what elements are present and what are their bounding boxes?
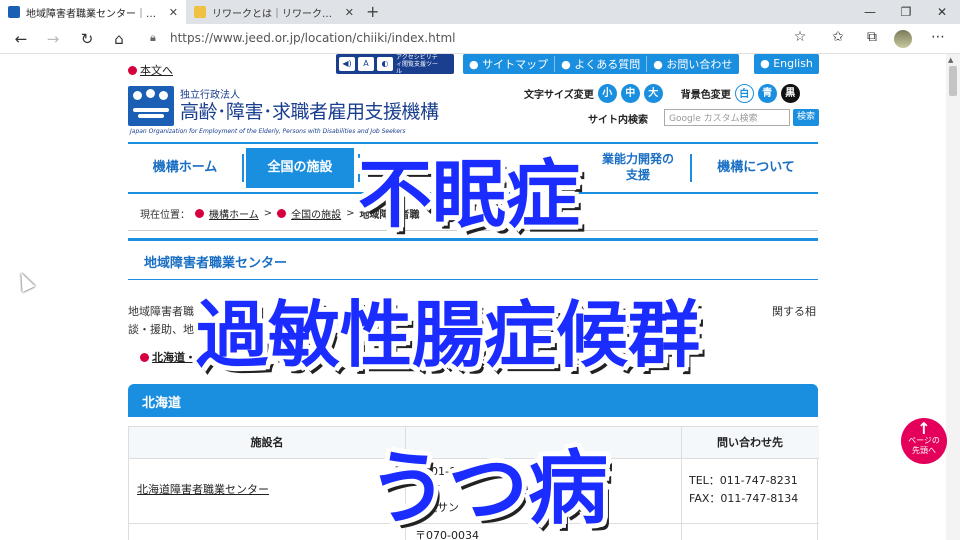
region-anchor-link[interactable]: 北海道・ [140,349,196,365]
overlay-depression: うつ病 [368,442,608,535]
page-top-label: ページの先頭へ [908,436,940,455]
tel: TEL：011-747-8231 [689,474,798,487]
lead-text: 地域障害者職 [128,305,194,318]
arrow-up-icon: ↑ [917,419,931,438]
favorite-star-icon[interactable]: ☆ [790,29,810,45]
scrollbar[interactable] [946,54,960,540]
close-tab-icon[interactable]: ✕ [169,6,178,19]
org-logo[interactable]: 独立行政法人 高齢･障害･求職者雇用支援機構 Japan Organizatio… [128,86,468,138]
tab-jeed[interactable]: 地域障害者職業センター｜独立行政 ✕ [0,0,186,24]
contact-link[interactable]: ● お問い合わせ [647,56,738,72]
font-small-button[interactable]: 小 [597,84,617,103]
bullet-icon [128,66,137,75]
address-bar: ← → ↻ ⌂ 🔒︎ https://www.jeed.or.jp/locati… [0,24,960,54]
search-input[interactable]: Google カスタム検索 [664,109,790,126]
skip-to-content-link[interactable]: 本文へ [128,62,173,78]
chevron-right-icon: > [263,208,273,219]
nav-skill-development[interactable]: 業能力開発の支援 [598,144,678,192]
bullet-icon [195,209,204,218]
bg-white-button[interactable]: 白 [734,84,754,103]
org-name: 高齢･障害･求職者雇用支援機構 [180,101,439,123]
chart-favicon-icon [194,6,206,18]
sitemap-link[interactable]: ● サイトマップ [463,56,556,72]
logo-mark-icon [128,86,174,126]
favorites-list-icon[interactable]: ✩ [828,29,848,45]
restore-icon[interactable]: ❐ [888,0,924,24]
accessibility-label: アクセシビリティ閲覧支援ツール [396,54,439,75]
bg-blue-button[interactable]: 青 [757,84,777,103]
breadcrumb-facilities[interactable]: 全国の施設 [291,206,341,221]
bg-color-label: 背景色変更 [680,90,731,101]
bullet-icon [277,209,287,218]
font-medium-button[interactable]: 中 [620,84,640,103]
lock-icon: 🔒︎ [150,31,156,44]
bg-black-button[interactable]: 黒 [780,84,800,103]
collections-icon[interactable]: ⧉ [862,29,882,45]
nav-about[interactable]: 機構について [694,144,818,192]
nav-home[interactable]: 機構ホーム [128,144,242,192]
close-tab-icon[interactable]: ✕ [345,6,354,19]
color-icon: ◐ [377,57,393,71]
scroll-up-icon[interactable]: ▲ [948,56,953,64]
accessibility-tool-button[interactable]: ◀) A ◐ アクセシビリティ閲覧支援ツール [336,54,454,75]
col-header-name: 施設名 [129,427,405,459]
display-settings: 文字サイズ変更 小 中 大 背景色変更 白 青 黒 [524,84,800,103]
scroll-thumb[interactable] [949,66,957,96]
lead-text-end: 関する相 [772,305,816,318]
tab-rework[interactable]: リワークとは｜リワークの内容と利用の ✕ [186,0,362,24]
chevron-right-icon: > [346,208,355,219]
text-size-icon: A [358,57,374,71]
page-title-box: 地域障害者職業センター [128,238,818,280]
tab-title: リワークとは｜リワークの内容と利用の [212,8,339,20]
english-link[interactable]: ● English [754,54,819,74]
back-icon[interactable]: ← [10,28,32,50]
breadcrumb-home[interactable]: 機構ホーム [209,206,259,221]
url-field[interactable]: https://www.jeed.or.jp/location/chiiki/i… [170,31,456,45]
jeed-favicon-icon [8,6,20,18]
more-menu-icon[interactable]: ⋯ [928,29,948,45]
tab-title: 地域障害者職業センター｜独立行政 [26,8,163,20]
search-button[interactable]: 検索 [793,109,819,126]
facility-link[interactable]: 北海道障害者職業センター [137,481,269,499]
breadcrumb-prefix: 現在位置： [140,210,190,221]
new-tab-icon[interactable]: + [366,2,379,21]
speaker-icon: ◀) [339,57,355,71]
region-heading: 北海道 [128,384,818,417]
refresh-icon[interactable]: ↻ [76,28,98,50]
overlay-ibs: 過敏性腸症候群 [196,293,701,377]
nav-divider [242,154,244,182]
page-title: 地域障害者職業センター [144,256,288,271]
font-size-label: 文字サイズ変更 [524,90,594,101]
bullet-icon [140,353,149,362]
avatar[interactable] [894,30,912,48]
tab-bar: 地域障害者職業センター｜独立行政 ✕ リワークとは｜リワークの内容と利用の ✕ … [0,0,960,24]
org-name-en: Japan Organization for Employment of the… [130,128,406,135]
nav-facilities[interactable]: 全国の施設 [246,148,354,188]
forward-icon[interactable]: → [42,28,64,50]
page-top-button[interactable]: ↑ ページの先頭へ [901,418,947,464]
search-label: サイト内検索 [588,115,648,126]
top-nav: ● サイトマップ ● よくある質問 ● お問い合わせ [463,54,739,74]
overlay-insomnia: 不眠症 [358,152,580,238]
col-header-contact: 問い合わせ先 [681,427,819,459]
close-window-icon[interactable]: ✕ [924,0,960,24]
font-large-button[interactable]: 大 [643,84,663,103]
home-icon[interactable]: ⌂ [108,28,130,50]
lead-text-2: 談・援助、地 [128,323,194,336]
minimize-icon[interactable]: — [852,0,888,24]
faq-link[interactable]: ● よくある質問 [555,56,648,72]
fax: FAX：011-747-8134 [689,492,799,505]
nav-divider [690,154,692,182]
